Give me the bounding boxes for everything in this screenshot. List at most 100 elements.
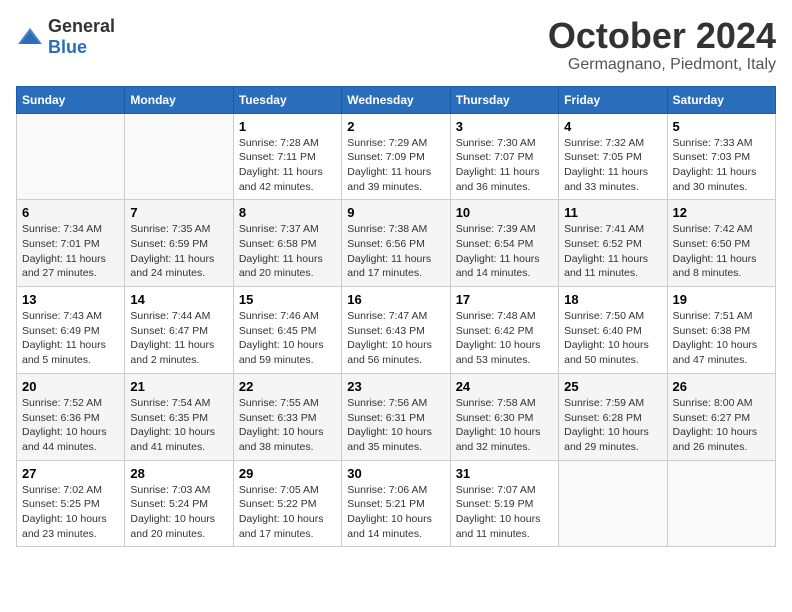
calendar-cell: 12 Sunrise: 7:42 AM Sunset: 6:50 PM Dayli…: [667, 200, 775, 287]
calendar-cell: 20 Sunrise: 7:52 AM Sunset: 6:36 PM Dayli…: [17, 373, 125, 460]
day-number: 26: [673, 379, 770, 394]
day-info: Sunrise: 7:28 AM Sunset: 7:11 PM Dayligh…: [239, 136, 336, 195]
calendar-cell: 16 Sunrise: 7:47 AM Sunset: 6:43 PM Dayli…: [342, 287, 450, 374]
calendar-cell: [559, 460, 667, 547]
weekday-header-saturday: Saturday: [667, 86, 775, 113]
day-info: Sunrise: 7:30 AM Sunset: 7:07 PM Dayligh…: [456, 136, 553, 195]
day-number: 25: [564, 379, 661, 394]
day-number: 9: [347, 205, 444, 220]
day-number: 12: [673, 205, 770, 220]
day-info: Sunrise: 7:02 AM Sunset: 5:25 PM Dayligh…: [22, 483, 119, 542]
location-title: Germagnano, Piedmont, Italy: [548, 56, 776, 74]
calendar-cell: 29Sunrise: 7:05 AM Sunset: 5:22 PM Dayli…: [233, 460, 341, 547]
calendar-cell: 31 Sunrise: 7:07 AM Sunset: 5:19 PM Dayli…: [450, 460, 558, 547]
week-row-1: 1 Sunrise: 7:28 AM Sunset: 7:11 PM Daylig…: [17, 113, 776, 200]
logo-text: General Blue: [48, 16, 115, 58]
day-info: Sunrise: 8:00 AM Sunset: 6:27 PM Dayligh…: [673, 396, 770, 455]
calendar-cell: 10Sunrise: 7:39 AM Sunset: 6:54 PM Dayli…: [450, 200, 558, 287]
calendar-cell: 25Sunrise: 7:59 AM Sunset: 6:28 PM Dayli…: [559, 373, 667, 460]
calendar-cell: 28 Sunrise: 7:03 AM Sunset: 5:24 PM Dayli…: [125, 460, 233, 547]
calendar-cell: 13Sunrise: 7:43 AM Sunset: 6:49 PM Dayli…: [17, 287, 125, 374]
day-info: Sunrise: 7:07 AM Sunset: 5:19 PM Dayligh…: [456, 483, 553, 542]
calendar-cell: 24 Sunrise: 7:58 AM Sunset: 6:30 PM Dayli…: [450, 373, 558, 460]
day-info: Sunrise: 7:05 AM Sunset: 5:22 PM Dayligh…: [239, 483, 336, 542]
day-number: 7: [130, 205, 227, 220]
day-info: Sunrise: 7:35 AM Sunset: 6:59 PM Dayligh…: [130, 222, 227, 281]
weekday-header-tuesday: Tuesday: [233, 86, 341, 113]
day-info: Sunrise: 7:47 AM Sunset: 6:43 PM Dayligh…: [347, 309, 444, 368]
day-number: 15: [239, 292, 336, 307]
calendar-table: SundayMondayTuesdayWednesdayThursdayFrid…: [16, 86, 776, 548]
day-number: 5: [673, 119, 770, 134]
day-info: Sunrise: 7:43 AM Sunset: 6:49 PM Dayligh…: [22, 309, 119, 368]
day-number: 1: [239, 119, 336, 134]
day-info: Sunrise: 7:32 AM Sunset: 7:05 PM Dayligh…: [564, 136, 661, 195]
calendar-cell: [667, 460, 775, 547]
day-number: 30: [347, 466, 444, 481]
day-info: Sunrise: 7:46 AM Sunset: 6:45 PM Dayligh…: [239, 309, 336, 368]
calendar-cell: 7 Sunrise: 7:35 AM Sunset: 6:59 PM Daylig…: [125, 200, 233, 287]
calendar-cell: 3 Sunrise: 7:30 AM Sunset: 7:07 PM Daylig…: [450, 113, 558, 200]
day-info: Sunrise: 7:41 AM Sunset: 6:52 PM Dayligh…: [564, 222, 661, 281]
day-info: Sunrise: 7:50 AM Sunset: 6:40 PM Dayligh…: [564, 309, 661, 368]
calendar-cell: 14Sunrise: 7:44 AM Sunset: 6:47 PM Dayli…: [125, 287, 233, 374]
day-info: Sunrise: 7:56 AM Sunset: 6:31 PM Dayligh…: [347, 396, 444, 455]
weekday-header-monday: Monday: [125, 86, 233, 113]
day-info: Sunrise: 7:52 AM Sunset: 6:36 PM Dayligh…: [22, 396, 119, 455]
day-number: 19: [673, 292, 770, 307]
calendar-cell: 23 Sunrise: 7:56 AM Sunset: 6:31 PM Dayli…: [342, 373, 450, 460]
weekday-header-friday: Friday: [559, 86, 667, 113]
day-info: Sunrise: 7:39 AM Sunset: 6:54 PM Dayligh…: [456, 222, 553, 281]
day-number: 3: [456, 119, 553, 134]
calendar-cell: 8 Sunrise: 7:37 AM Sunset: 6:58 PM Daylig…: [233, 200, 341, 287]
calendar-cell: 4Sunrise: 7:32 AM Sunset: 7:05 PM Daylig…: [559, 113, 667, 200]
day-info: Sunrise: 7:58 AM Sunset: 6:30 PM Dayligh…: [456, 396, 553, 455]
calendar-cell: 5 Sunrise: 7:33 AM Sunset: 7:03 PM Daylig…: [667, 113, 775, 200]
day-number: 6: [22, 205, 119, 220]
page-header: General Blue October 2024 Germagnano, Pi…: [16, 16, 776, 74]
calendar-cell: 19Sunrise: 7:51 AM Sunset: 6:38 PM Dayli…: [667, 287, 775, 374]
calendar-cell: [17, 113, 125, 200]
day-number: 23: [347, 379, 444, 394]
day-info: Sunrise: 7:33 AM Sunset: 7:03 PM Dayligh…: [673, 136, 770, 195]
week-row-3: 13Sunrise: 7:43 AM Sunset: 6:49 PM Dayli…: [17, 287, 776, 374]
weekday-header-wednesday: Wednesday: [342, 86, 450, 113]
calendar-cell: 22 Sunrise: 7:55 AM Sunset: 6:33 PM Dayli…: [233, 373, 341, 460]
day-info: Sunrise: 7:55 AM Sunset: 6:33 PM Dayligh…: [239, 396, 336, 455]
day-number: 16: [347, 292, 444, 307]
day-info: Sunrise: 7:03 AM Sunset: 5:24 PM Dayligh…: [130, 483, 227, 542]
calendar-cell: 17 Sunrise: 7:48 AM Sunset: 6:42 PM Dayli…: [450, 287, 558, 374]
calendar-cell: 27 Sunrise: 7:02 AM Sunset: 5:25 PM Dayli…: [17, 460, 125, 547]
weekday-header-sunday: Sunday: [17, 86, 125, 113]
week-row-4: 20 Sunrise: 7:52 AM Sunset: 6:36 PM Dayli…: [17, 373, 776, 460]
day-info: Sunrise: 7:42 AM Sunset: 6:50 PM Dayligh…: [673, 222, 770, 281]
weekday-header-thursday: Thursday: [450, 86, 558, 113]
day-number: 11: [564, 205, 661, 220]
day-number: 28: [130, 466, 227, 481]
calendar-cell: [125, 113, 233, 200]
title-block: October 2024 Germagnano, Piedmont, Italy: [548, 16, 776, 74]
day-info: Sunrise: 7:44 AM Sunset: 6:47 PM Dayligh…: [130, 309, 227, 368]
day-number: 31: [456, 466, 553, 481]
day-number: 22: [239, 379, 336, 394]
day-number: 21: [130, 379, 227, 394]
calendar-cell: 21Sunrise: 7:54 AM Sunset: 6:35 PM Dayli…: [125, 373, 233, 460]
week-row-5: 27 Sunrise: 7:02 AM Sunset: 5:25 PM Dayli…: [17, 460, 776, 547]
day-info: Sunrise: 7:48 AM Sunset: 6:42 PM Dayligh…: [456, 309, 553, 368]
calendar-cell: 2Sunrise: 7:29 AM Sunset: 7:09 PM Daylig…: [342, 113, 450, 200]
day-number: 27: [22, 466, 119, 481]
day-number: 8: [239, 205, 336, 220]
day-number: 17: [456, 292, 553, 307]
logo-icon: [16, 26, 44, 48]
day-number: 2: [347, 119, 444, 134]
day-number: 24: [456, 379, 553, 394]
calendar-cell: 6Sunrise: 7:34 AM Sunset: 7:01 PM Daylig…: [17, 200, 125, 287]
logo: General Blue: [16, 16, 115, 58]
calendar-cell: 15 Sunrise: 7:46 AM Sunset: 6:45 PM Dayli…: [233, 287, 341, 374]
day-info: Sunrise: 7:37 AM Sunset: 6:58 PM Dayligh…: [239, 222, 336, 281]
day-info: Sunrise: 7:06 AM Sunset: 5:21 PM Dayligh…: [347, 483, 444, 542]
calendar-cell: 1 Sunrise: 7:28 AM Sunset: 7:11 PM Daylig…: [233, 113, 341, 200]
calendar-cell: 18Sunrise: 7:50 AM Sunset: 6:40 PM Dayli…: [559, 287, 667, 374]
day-number: 20: [22, 379, 119, 394]
weekday-header-row: SundayMondayTuesdayWednesdayThursdayFrid…: [17, 86, 776, 113]
